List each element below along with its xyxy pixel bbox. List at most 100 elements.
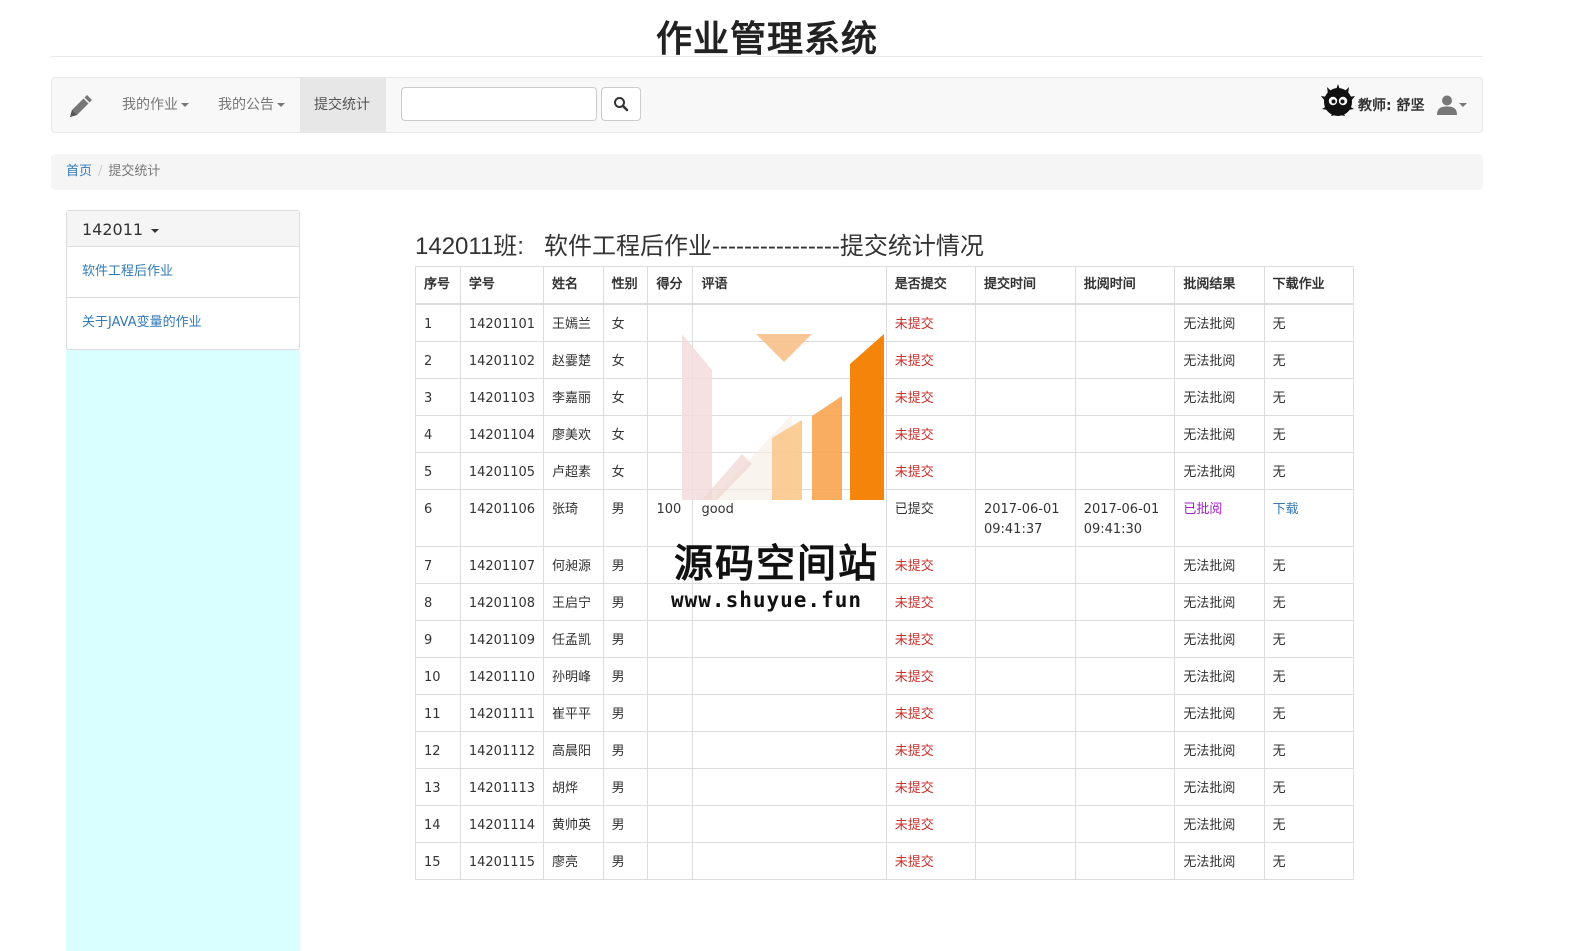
cell-submitted: 未提交 <box>885 582 976 621</box>
breadcrumb-home[interactable]: 首页 <box>66 164 92 179</box>
user-menu-dropdown[interactable] <box>1436 92 1467 118</box>
cell-id: 14201115 <box>459 841 545 880</box>
table-row: 6 14201106 张琦男 100 good 已提交 2017-06-01 09:41:3… <box>415 488 1355 547</box>
nav-menu-my-notice-label: 我的公告 <box>218 97 274 113</box>
cell-comment <box>692 767 887 806</box>
avatar[interactable] <box>1319 82 1357 120</box>
cell-submitted: 已提交 <box>885 488 976 547</box>
column-header: 学号 <box>459 266 545 305</box>
cell-submitted: 未提交 <box>885 619 976 658</box>
cell-gender: 男 <box>602 656 649 695</box>
cell-id: 14201105 <box>459 451 545 490</box>
column-header: 下载作业 <box>1263 266 1355 305</box>
cell-gender: 男 <box>602 804 649 843</box>
table-row: 10 14201110 孙明峰男 未提交 无法批阅无 <box>415 656 1355 695</box>
cell-score <box>647 804 694 843</box>
cell-score <box>647 451 694 490</box>
column-header: 得分 <box>647 266 694 305</box>
cell-id: 14201103 <box>459 377 545 416</box>
cell-result: 无法批阅 <box>1174 841 1265 880</box>
cell-review-time <box>1074 619 1176 658</box>
cell-review-time <box>1074 767 1176 806</box>
search-input[interactable] <box>401 87 597 121</box>
table-row: 8 14201108 王启宁男 未提交 无法批阅无 <box>415 582 1355 621</box>
cell-gender: 男 <box>602 582 649 621</box>
column-header: 姓名 <box>543 266 604 305</box>
cell-name: 任孟凯 <box>543 619 604 658</box>
cell-submit-time <box>974 582 1076 621</box>
cell-result: 无法批阅 <box>1174 451 1265 490</box>
cell-name: 赵霎楚 <box>543 340 604 379</box>
cell-submit-time <box>974 340 1076 379</box>
cell-gender: 男 <box>602 488 649 547</box>
cell-id: 14201104 <box>459 414 545 453</box>
cell-name: 高晨阳 <box>543 730 604 769</box>
cell-score <box>647 619 694 658</box>
top-navbar: 我的作业 我的公告 提交统计 教师: 舒坚 <box>51 77 1483 133</box>
cell-name: 王嫣兰 <box>543 303 604 342</box>
cell-review-time <box>1074 414 1176 453</box>
cell-score <box>647 340 694 379</box>
cell-name: 李嘉丽 <box>543 377 604 416</box>
cell-result: 无法批阅 <box>1174 545 1265 584</box>
breadcrumb: 首页 / 提交统计 <box>51 154 1483 190</box>
nav-menu-my-homework-label: 我的作业 <box>122 97 178 113</box>
cell-result: 无法批阅 <box>1174 693 1265 732</box>
table-header-row: 序号 学号 姓名 性别 得分 评语 是否提交 提交时间 批阅时间 批阅结果 下载… <box>415 266 1355 305</box>
cell-download: 无 <box>1263 340 1355 379</box>
cell-id: 14201110 <box>459 656 545 695</box>
cell-no: 1 <box>415 303 461 342</box>
cell-gender: 男 <box>602 841 649 880</box>
class-select-dropdown[interactable]: 142011 <box>67 211 299 247</box>
download-link[interactable]: 下载 <box>1263 488 1355 547</box>
nav-menu-my-notice[interactable]: 我的公告 <box>204 78 299 132</box>
cell-no: 14 <box>415 804 461 843</box>
cell-gender: 男 <box>602 767 649 806</box>
nav-menu-submission-stats[interactable]: 提交统计 <box>300 78 386 132</box>
soot-sprite-avatar-icon <box>1321 84 1355 116</box>
cell-result: 无法批阅 <box>1174 656 1265 695</box>
cell-name: 王启宁 <box>543 582 604 621</box>
column-header: 是否提交 <box>885 266 976 305</box>
cell-comment <box>692 841 887 880</box>
cell-result: 无法批阅 <box>1174 303 1265 342</box>
nav-menu-my-homework[interactable]: 我的作业 <box>108 78 203 132</box>
cell-submit-time: 2017-06-01 09:41:37 <box>974 488 1076 547</box>
cell-no: 4 <box>415 414 461 453</box>
sidebar-background <box>66 346 300 951</box>
column-header: 评语 <box>692 266 887 305</box>
pencil-icon[interactable] <box>66 91 96 121</box>
cell-score <box>647 303 694 342</box>
cell-id: 14201113 <box>459 767 545 806</box>
sidebar-item-homework[interactable]: 软件工程后作业 <box>67 247 299 298</box>
cell-comment <box>692 303 887 342</box>
cell-no: 11 <box>415 693 461 732</box>
cell-name: 廖美欢 <box>543 414 604 453</box>
table-row: 3 14201103 李嘉丽女 未提交 无法批阅无 <box>415 377 1355 416</box>
cell-submit-time <box>974 451 1076 490</box>
cell-download: 无 <box>1263 451 1355 490</box>
cell-download: 无 <box>1263 377 1355 416</box>
cell-comment <box>692 730 887 769</box>
cell-id: 14201111 <box>459 693 545 732</box>
cell-gender: 男 <box>602 545 649 584</box>
cell-name: 卢超素 <box>543 451 604 490</box>
cell-review-time <box>1074 730 1176 769</box>
cell-review-time <box>1074 656 1176 695</box>
cell-score <box>647 767 694 806</box>
table-row: 5 14201105 卢超素女 未提交 无法批阅无 <box>415 451 1355 490</box>
cell-score <box>647 414 694 453</box>
search-button[interactable] <box>601 87 641 121</box>
cell-id: 14201108 <box>459 582 545 621</box>
sidebar-item-homework[interactable]: 关于JAVA变量的作业 <box>67 298 299 349</box>
cell-result: 已批阅 <box>1174 488 1265 547</box>
cell-gender: 女 <box>602 377 649 416</box>
cell-submitted: 未提交 <box>885 414 976 453</box>
cell-no: 7 <box>415 545 461 584</box>
cell-gender: 女 <box>602 303 649 342</box>
cell-download: 无 <box>1263 545 1355 584</box>
column-header: 批阅时间 <box>1074 266 1176 305</box>
sidebar-homework-panel: 142011 软件工程后作业 关于JAVA变量的作业 <box>66 210 300 350</box>
cell-submitted: 未提交 <box>885 693 976 732</box>
cell-comment <box>692 619 887 658</box>
